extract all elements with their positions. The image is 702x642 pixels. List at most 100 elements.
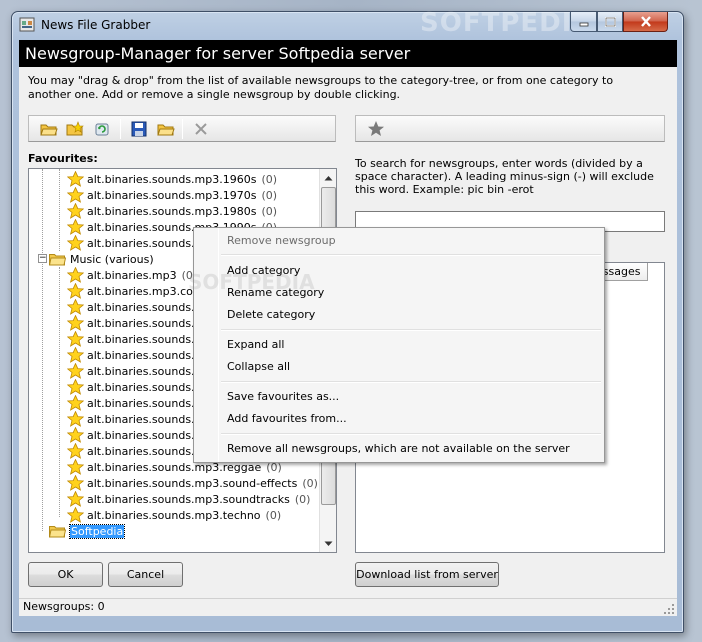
category-music[interactable]: Music (various) (48, 251, 154, 267)
context-menu-gutter (218, 228, 219, 462)
app-icon[interactable] (19, 16, 37, 34)
newsgroup-name: alt.binaries.sounds.mp3.techno (87, 508, 261, 522)
collapse-toggle[interactable]: − (38, 254, 47, 263)
menu-save-favourites[interactable]: Save favourites as... (227, 386, 339, 408)
star-icon (66, 426, 85, 443)
newsgroup-item[interactable]: alt.binaries.sounds.m (66, 314, 210, 331)
menu-add-category[interactable]: Add category (227, 260, 300, 282)
category-label: Softpedia (68, 523, 126, 539)
download-list-button[interactable]: Download list from server (355, 562, 499, 587)
favourites-label: Favourites: (28, 152, 98, 165)
menu-expand-all[interactable]: Expand all (227, 334, 285, 356)
menu-separator (221, 254, 601, 256)
ok-button[interactable]: OK (28, 562, 103, 587)
newsgroup-item[interactable]: alt.binaries.sounds.m (66, 410, 210, 427)
instructions-text: You may "drag & drop" from the list of a… (28, 74, 614, 101)
star-icon (66, 362, 85, 379)
menu-rename-category[interactable]: Rename category (227, 282, 324, 304)
newsgroup-name: alt.binaries.sounds.m (87, 364, 206, 378)
close-button[interactable] (623, 12, 668, 32)
newsgroup-item[interactable]: alt.binaries.sounds.m (66, 298, 210, 315)
newsgroup-name: alt.binaries.sounds.mp3.soundtracks (87, 492, 290, 506)
star-icon (66, 458, 85, 475)
tree-line (42, 169, 43, 531)
refresh-icon[interactable] (93, 120, 111, 138)
open-folder-star-icon[interactable] (66, 120, 84, 138)
status-bar (19, 598, 677, 616)
star-icon (66, 282, 85, 299)
newsgroup-item[interactable]: alt.binaries.sounds.mp3.1960s (0) (66, 170, 278, 187)
folder-icon (48, 524, 67, 538)
page-title: Newsgroup-Manager for server Softpedia s… (25, 44, 411, 63)
category-label: Music (various) (70, 252, 154, 266)
newsgroup-item[interactable]: alt.binaries.sounds.mp3.techno (0) (66, 506, 281, 523)
newsgroup-name: alt.binaries.sounds.m (87, 316, 206, 330)
star-icon (66, 298, 85, 315)
newsgroup-item[interactable]: alt.binaries.sounds.m (66, 442, 210, 459)
newsgroup-name: alt.binaries.sounds.mp3.1980s (87, 204, 257, 218)
newsgroup-item[interactable]: alt.binaries.sounds.m (66, 234, 210, 251)
toolbar-separator (120, 119, 121, 139)
star-icon (66, 170, 85, 187)
newsgroup-name: alt.binaries.mp3 (87, 268, 177, 282)
star-icon (66, 442, 85, 459)
newsgroup-count: (0) (302, 476, 318, 490)
newsgroup-name: alt.binaries.sounds.m (87, 348, 206, 362)
category-softpedia[interactable]: Softpedia (48, 523, 126, 539)
newsgroup-count: (0) (261, 188, 278, 202)
menu-collapse-all[interactable]: Collapse all (227, 356, 290, 378)
newsgroup-item[interactable]: alt.binaries.sounds.m (66, 330, 210, 347)
minimize-button[interactable] (570, 12, 597, 32)
newsgroup-name: alt.binaries.sounds.mp3.sound-effects (87, 476, 298, 490)
folder-icon[interactable] (157, 120, 175, 138)
minimize-icon (579, 22, 588, 26)
save-icon[interactable] (130, 120, 148, 138)
open-folder-icon[interactable] (40, 120, 58, 138)
menu-remove-newsgroup[interactable]: Remove newsgroup (227, 230, 336, 252)
star-icon (66, 378, 85, 395)
scroll-up-icon[interactable] (320, 169, 337, 186)
newsgroup-item[interactable]: alt.binaries.sounds.mp3.soundtracks (0) (66, 490, 311, 507)
star-icon (66, 186, 85, 203)
newsgroup-item[interactable]: alt.binaries.sounds.m (66, 426, 210, 443)
star-icon[interactable] (367, 120, 385, 138)
folder-icon (48, 252, 67, 266)
newsgroup-item[interactable]: alt.binaries.sounds.m (66, 362, 210, 379)
tree-line (59, 169, 60, 251)
maximize-button[interactable] (597, 12, 623, 32)
newsgroup-item[interactable]: alt.binaries.mp3 (0) (66, 266, 197, 283)
scroll-down-icon[interactable] (320, 535, 337, 552)
star-icon (66, 474, 85, 491)
newsgroup-item[interactable]: alt.binaries.sounds.mp3.sound-effects (0) (66, 474, 318, 491)
newsgroup-name: alt.binaries.sounds.m (87, 428, 206, 442)
resize-grip-icon[interactable] (663, 603, 675, 615)
newsgroup-name: alt.binaries.sounds.m (87, 380, 206, 394)
menu-add-favourites[interactable]: Add favourites from... (227, 408, 347, 430)
star-icon (66, 218, 85, 235)
newsgroup-item[interactable]: alt.binaries.sounds.m (66, 378, 210, 395)
newsgroup-count: (0) (261, 172, 278, 186)
newsgroup-count: (0) (261, 204, 278, 218)
close-icon (640, 16, 651, 27)
newsgroup-item[interactable]: alt.binaries.sounds.m (66, 346, 210, 363)
menu-separator (221, 329, 601, 331)
newsgroup-item[interactable]: alt.binaries.sounds.mp3.1980s (0) (66, 202, 278, 219)
cancel-button[interactable]: Cancel (108, 562, 183, 587)
delete-icon[interactable] (192, 120, 210, 138)
menu-remove-all-unavailable[interactable]: Remove all newsgroups, which are not ava… (227, 438, 570, 460)
newsgroup-name: alt.binaries.sounds.mp3.1970s (87, 188, 257, 202)
menu-delete-category[interactable]: Delete category (227, 304, 315, 326)
maximize-icon (604, 16, 616, 27)
newsgroup-item[interactable]: alt.binaries.sounds.mp3.1970s (0) (66, 186, 278, 203)
newsgroup-name: alt.binaries.sounds.m (87, 412, 206, 426)
newsgroup-count: (0) (294, 492, 311, 506)
newsgroup-name: alt.binaries.sounds.m (87, 396, 206, 410)
star-icon (66, 234, 85, 251)
star-icon (66, 410, 85, 427)
newsgroup-name: alt.binaries.sounds.mp3.1960s (87, 172, 257, 186)
newsgroup-item[interactable]: alt.binaries.sounds.m (66, 394, 210, 411)
star-icon (66, 394, 85, 411)
star-icon (66, 506, 85, 523)
toolbar-separator (182, 119, 183, 139)
newsgroup-name: alt.binaries.sounds.m (87, 444, 206, 458)
